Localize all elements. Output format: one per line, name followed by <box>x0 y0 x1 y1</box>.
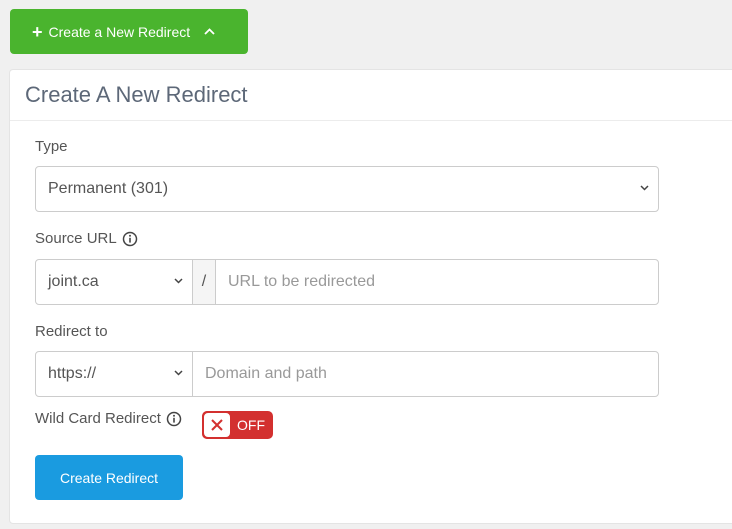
create-redirect-button[interactable]: Create Redirect <box>35 455 183 500</box>
wildcard-toggle[interactable]: OFF <box>202 411 273 439</box>
type-select[interactable]: Permanent (301) <box>35 166 659 212</box>
wildcard-label: Wild Card Redirect <box>35 410 182 427</box>
type-label: Type <box>35 138 68 155</box>
redirect-to-group: https:// Domain and path <box>35 351 659 397</box>
protocol-value: https:// <box>48 365 97 382</box>
plus-icon: + <box>32 21 43 42</box>
source-domain-select[interactable]: joint.ca <box>36 260 193 304</box>
wildcard-label-text: Wild Card Redirect <box>35 410 161 427</box>
path-separator: / <box>193 260 216 304</box>
caret-down-icon <box>640 185 649 191</box>
create-new-redirect-toggle-button[interactable]: + Create a New Redirect <box>10 9 248 54</box>
source-url-label: Source URL <box>35 230 138 247</box>
destination-input[interactable]: Domain and path <box>193 352 658 396</box>
redirect-to-label: Redirect to <box>35 323 108 340</box>
caret-down-icon <box>174 278 183 284</box>
create-redirect-card: Create A New Redirect Type Permanent (30… <box>9 69 732 524</box>
card-header: Create A New Redirect <box>10 70 732 121</box>
source-url-label-text: Source URL <box>35 230 117 247</box>
source-url-group: joint.ca / URL to be redirected <box>35 259 659 305</box>
info-icon[interactable] <box>166 411 182 427</box>
redirect-to-label-text: Redirect to <box>35 323 108 340</box>
type-select-value: Permanent (301) <box>48 180 169 197</box>
create-new-redirect-toggle-label: Create a New Redirect <box>48 23 191 40</box>
card-title: Create A New Redirect <box>25 82 248 107</box>
chevron-up-icon <box>204 28 215 35</box>
x-icon <box>202 411 232 439</box>
source-domain-value: joint.ca <box>48 273 99 290</box>
wildcard-toggle-state: OFF <box>237 417 265 433</box>
info-icon[interactable] <box>122 231 138 247</box>
type-label-text: Type <box>35 138 68 155</box>
protocol-select[interactable]: https:// <box>36 352 193 396</box>
caret-down-icon <box>174 370 183 376</box>
source-path-input[interactable]: URL to be redirected <box>216 260 658 304</box>
